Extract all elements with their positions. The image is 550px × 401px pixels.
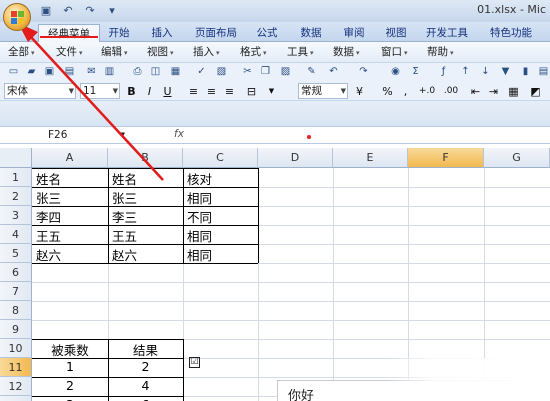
annotation-arrow-line xyxy=(29,35,164,181)
excel-window: ▣ ↶ ↷ ▾ 01.xlsx - Mic 经典菜单 开始 插入 页面布局 公式… xyxy=(0,0,550,401)
annotation-arrow xyxy=(18,23,164,181)
office-logo-icon xyxy=(11,11,24,24)
office-button[interactable] xyxy=(3,3,31,31)
